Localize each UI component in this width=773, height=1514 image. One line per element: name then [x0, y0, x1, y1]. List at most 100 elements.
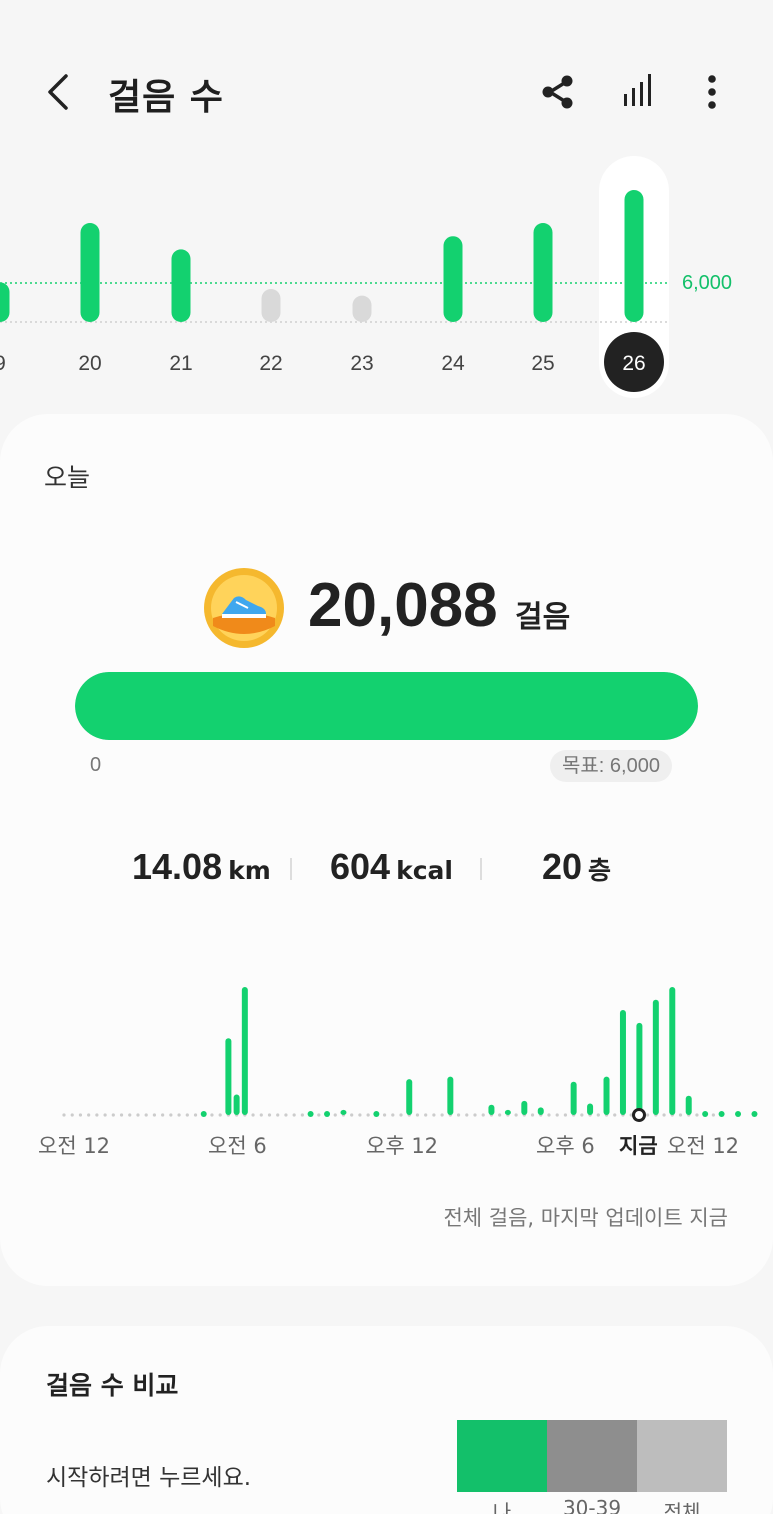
hour-bar [735, 1111, 742, 1117]
baseline-dot [161, 1113, 165, 1117]
baseline-dot [267, 1113, 272, 1117]
day-label: 22 [259, 352, 282, 375]
hour-bar [718, 1111, 725, 1117]
baseline-dot [530, 1113, 535, 1117]
day-label: 20 [78, 352, 101, 375]
hourly-tick: 오전 6 [208, 1134, 267, 1158]
hour-bar [324, 1111, 331, 1117]
baseline-dot [711, 1113, 715, 1117]
back-icon[interactable] [40, 70, 80, 114]
hourly-tick: 오전 12 [38, 1134, 111, 1158]
baseline-dot [662, 1113, 666, 1117]
hour-bar [603, 1076, 610, 1115]
day-bar [443, 236, 463, 322]
baseline-dot [284, 1113, 288, 1117]
baseline-dot [547, 1113, 551, 1117]
baseline-dot [646, 1113, 650, 1117]
baseline-dot [300, 1113, 304, 1117]
baseline-dot [440, 1113, 444, 1117]
daily-steps-chart[interactable]: 9 20 21 22 23 24 25 26 [0, 150, 773, 410]
update-footnote: 전체 걸음, 마지막 업데이트 지금 [443, 1206, 728, 1230]
day-label: 25 [531, 352, 554, 375]
app-header: 걸음 수 [0, 60, 773, 124]
hour-bar [307, 1111, 314, 1117]
floors-unit: 층 [588, 856, 612, 885]
steps-compare-card[interactable]: 걸음 수 비교 시작하려면 누르세요. 나 30-39 전체 [0, 1326, 773, 1514]
hour-bar [225, 1038, 232, 1115]
day-bar [261, 289, 281, 322]
calories-value: 604 [330, 846, 391, 887]
goal-line-label: 6,000 [682, 272, 733, 294]
baseline-dot [695, 1113, 699, 1117]
baseline-dot [152, 1113, 157, 1117]
baseline-dot [87, 1113, 91, 1117]
day-bar [533, 223, 553, 322]
day-bar [352, 295, 372, 322]
activity-stats: 14.08 km 604 kcal 20 층 [0, 846, 773, 896]
floors-stat: 20 층 [542, 846, 611, 888]
day-label: 26 [622, 352, 645, 375]
hour-bar [504, 1109, 511, 1115]
day-label: 9 [0, 352, 6, 375]
baseline-dot [481, 1113, 485, 1117]
hour-bar [200, 1111, 207, 1117]
baseline-dot [432, 1113, 436, 1117]
hour-bar [685, 1095, 692, 1115]
hour-bar [373, 1111, 380, 1117]
baseline-dot [333, 1113, 337, 1117]
baseline-dot [276, 1113, 280, 1117]
hour-bar [447, 1076, 454, 1115]
hour-bar [652, 999, 659, 1115]
goal-chip[interactable]: 목표: 6,000 [550, 750, 672, 782]
baseline-dot [350, 1113, 354, 1117]
baseline-dot [193, 1113, 198, 1117]
compare-block-me [457, 1420, 547, 1492]
baseline-dot [62, 1113, 66, 1117]
baseline-dot [399, 1113, 403, 1117]
hourly-tick: 오전 12 [667, 1134, 740, 1158]
baseline-dot [210, 1113, 214, 1117]
compare-title: 걸음 수 비교 [46, 1371, 179, 1400]
hour-bar [406, 1079, 413, 1115]
floors-value: 20 [542, 846, 583, 887]
baseline-dot [169, 1113, 173, 1117]
compare-block-all [637, 1420, 727, 1492]
day-label: 21 [169, 352, 192, 375]
compare-label-all: 전체 [663, 1500, 701, 1514]
hour-bar [619, 1010, 626, 1115]
hour-bar [340, 1109, 347, 1115]
hour-bar [570, 1081, 577, 1115]
calories-stat: 604 kcal [330, 846, 453, 888]
distance-value: 14.08 [132, 846, 223, 887]
baseline-dot [185, 1113, 189, 1117]
baseline-dot [596, 1113, 600, 1117]
more-options-icon[interactable] [690, 70, 734, 114]
daily-steps-strip[interactable]: 9 20 21 22 23 24 25 26 6,000 [0, 150, 773, 410]
goal-progress-bar [75, 672, 698, 740]
baseline-dot [358, 1113, 362, 1117]
bar-chart-icon[interactable] [616, 70, 660, 114]
today-card[interactable]: 오늘 20,088 걸음 0 목표: 6,000 14.08 km 604 kcal… [0, 414, 773, 1286]
baseline-dot [70, 1113, 74, 1117]
day-bar [80, 223, 100, 322]
baseline-dot [424, 1113, 428, 1117]
hour-bar [587, 1103, 594, 1115]
goal-progress-fill [75, 672, 698, 740]
distance-unit: km [228, 856, 271, 885]
hourly-tick: 오후 6 [536, 1134, 595, 1158]
baseline-dot [555, 1113, 559, 1117]
step-count: 20,088 [308, 571, 498, 640]
baseline-dot [514, 1113, 518, 1117]
progress-start-label: 0 [90, 754, 102, 776]
baseline-dot [563, 1113, 568, 1117]
compare-subtitle: 시작하려면 누르세요. [46, 1465, 252, 1491]
day-label: 24 [441, 352, 465, 375]
hourly-tick-now: 지금 [619, 1134, 658, 1158]
distance-stat: 14.08 km [132, 846, 271, 888]
share-icon[interactable] [536, 70, 580, 114]
baseline-dot [498, 1113, 502, 1117]
hour-bar [488, 1104, 495, 1115]
hour-bar [702, 1111, 709, 1117]
baseline-dot [678, 1113, 683, 1117]
hourly-tick: 오후 12 [366, 1134, 439, 1158]
